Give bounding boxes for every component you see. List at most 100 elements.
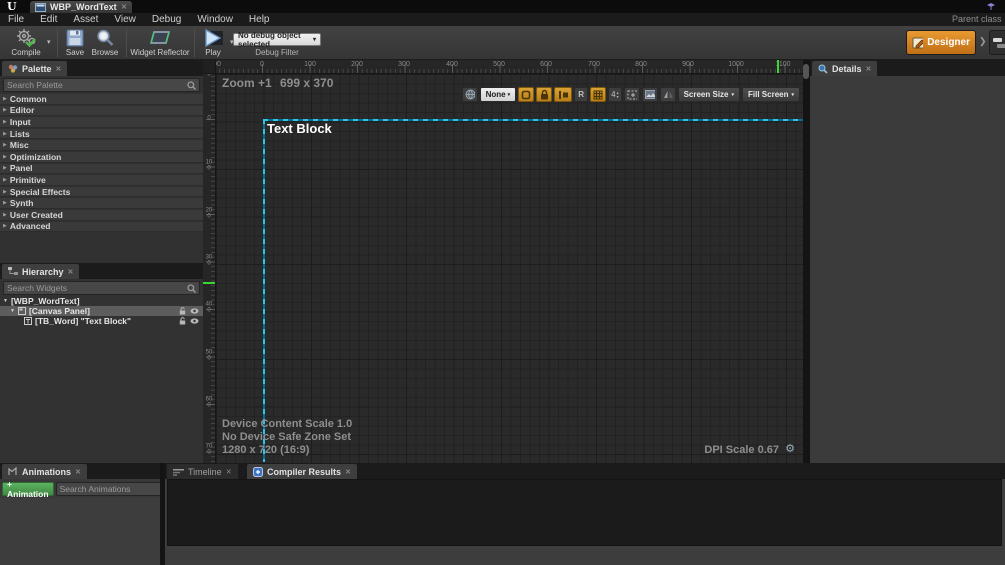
- widget-reflector-button[interactable]: Widget Reflector: [130, 28, 190, 58]
- safe-zone-label: No Device Safe Zone Set: [222, 431, 351, 443]
- grid-snap-toggle-button[interactable]: [590, 87, 607, 102]
- palette-category-user-created[interactable]: ▶ User Created: [0, 210, 203, 221]
- outline-icon: [521, 90, 531, 99]
- align-snap-button[interactable]: [554, 87, 573, 102]
- respect-locks-button[interactable]: [536, 87, 553, 102]
- palette-category-misc[interactable]: ▶ Misc: [0, 140, 203, 151]
- graph-mode-button[interactable]: [989, 30, 1005, 55]
- flip-icon: [663, 91, 673, 98]
- close-icon[interactable]: ✕: [56, 65, 62, 73]
- close-icon[interactable]: ✕: [68, 268, 74, 276]
- palette-category-optimization[interactable]: ▶ Optimization: [0, 152, 203, 163]
- play-button[interactable]: Play: [198, 28, 228, 58]
- designer-canvas[interactable]: 100 0 100 200 300 400 500 600 700 800 90…: [203, 60, 803, 463]
- hierarchy-search-input[interactable]: [7, 283, 187, 293]
- visibility-eye-icon[interactable]: [190, 308, 199, 314]
- menu-asset[interactable]: Asset: [65, 14, 106, 25]
- expander-down-icon[interactable]: ▼: [3, 298, 8, 304]
- lock-open-icon[interactable]: [179, 317, 186, 325]
- hierarchy-row-tb-word[interactable]: [TB_Word] "Text Block": [0, 316, 203, 326]
- canvas-surface[interactable]: Zoom +1 699 x 370 Text Block Device Cont…: [216, 74, 803, 463]
- preview-culture-dropdown[interactable]: None ▾: [479, 87, 517, 102]
- grid-snap-size-spinner[interactable]: 4 ▴ ▾: [608, 87, 622, 102]
- palette-category-special-effects[interactable]: ▶ Special Effects: [0, 187, 203, 198]
- tab-timeline[interactable]: Timeline ✕: [167, 464, 238, 479]
- tab-hierarchy[interactable]: Hierarchy ✕: [2, 264, 80, 279]
- expander-right-icon: ▶: [3, 188, 7, 195]
- close-icon[interactable]: ✕: [226, 468, 232, 476]
- palette-category-common[interactable]: ▶ Common: [0, 94, 203, 105]
- text-block-widget[interactable]: Text Block: [267, 121, 332, 136]
- ruler-label: 500: [493, 61, 505, 68]
- hierarchy-tab-bar: Hierarchy ✕: [0, 263, 203, 279]
- tab-palette[interactable]: Palette ✕: [2, 61, 68, 76]
- close-icon[interactable]: ✕: [866, 65, 872, 73]
- details-tab-bar: Details ✕: [810, 60, 1005, 76]
- expander-right-icon: ▶: [3, 118, 7, 125]
- tab-animations[interactable]: Animations ✕: [2, 464, 87, 479]
- animations-search-input[interactable]: [59, 483, 171, 494]
- palette-search-input[interactable]: [7, 80, 187, 90]
- expander-down-icon[interactable]: ▼: [10, 308, 15, 314]
- class-settings-icon[interactable]: [986, 2, 996, 11]
- close-icon[interactable]: ✕: [121, 3, 127, 11]
- palette-search[interactable]: [3, 78, 200, 92]
- localization-preview-button[interactable]: [461, 87, 478, 102]
- menu-edit[interactable]: Edit: [32, 14, 65, 25]
- transform-preview-button[interactable]: [623, 87, 640, 102]
- close-icon[interactable]: ✕: [75, 468, 81, 476]
- designer-mode-button[interactable]: Designer: [906, 30, 976, 55]
- ruler-label: 600: [205, 396, 213, 409]
- dpi-settings-gear-icon[interactable]: ⚙: [785, 442, 795, 455]
- compile-options-caret-icon[interactable]: ▾: [47, 38, 51, 46]
- palette-category-input[interactable]: ▶ Input: [0, 117, 203, 128]
- browse-button[interactable]: Browse: [88, 28, 122, 58]
- hierarchy-row-root[interactable]: ▼ [WBP_WordText]: [0, 296, 203, 306]
- expander-right-icon: ▶: [3, 130, 7, 137]
- menu-help[interactable]: Help: [241, 14, 278, 25]
- add-animation-button[interactable]: + Animation: [2, 479, 54, 499]
- fill-screen-dropdown[interactable]: Fill Screen ▾: [742, 87, 800, 102]
- panel-collapse-handle[interactable]: [803, 64, 809, 79]
- outline-toggle-button[interactable]: [518, 87, 535, 102]
- palette-category-lists[interactable]: ▶ Lists: [0, 129, 203, 140]
- menu-window[interactable]: Window: [189, 14, 241, 25]
- palette-icon: [8, 64, 18, 73]
- animations-toolbar: + Animation: [0, 479, 184, 499]
- hierarchy-search[interactable]: [3, 281, 200, 295]
- play-icon: [205, 28, 223, 48]
- graph-icon: [993, 37, 1005, 48]
- menu-view[interactable]: View: [106, 14, 144, 25]
- palette-category-editor[interactable]: ▶ Editor: [0, 105, 203, 117]
- search-icon: [187, 80, 196, 90]
- dpi-scale-label: DPI Scale 0.67: [704, 444, 779, 456]
- tab-compiler-results[interactable]: Compiler Results ✕: [247, 464, 357, 479]
- asset-tab[interactable]: WBP_WordText ✕: [30, 1, 132, 13]
- lock-open-icon[interactable]: [179, 307, 186, 315]
- palette-category-synth[interactable]: ▶ Synth: [0, 198, 203, 209]
- ruler-label: 800: [635, 61, 647, 68]
- compiler-results-log[interactable]: [167, 479, 1002, 546]
- mirror-preview-button[interactable]: [659, 87, 676, 102]
- hierarchy-row-canvas-panel[interactable]: ▼ [Canvas Panel]: [0, 306, 203, 316]
- palette-category-panel[interactable]: ▶ Panel: [0, 163, 203, 175]
- tab-details[interactable]: Details ✕: [812, 61, 878, 76]
- spin-down-icon[interactable]: ▾: [617, 94, 619, 99]
- ruler-label: 0: [260, 61, 264, 68]
- menu-file[interactable]: File: [0, 14, 32, 25]
- palette-category-advanced[interactable]: ▶ Advanced: [0, 221, 203, 233]
- rotation-mode-button[interactable]: R: [574, 87, 589, 102]
- save-button[interactable]: Save: [61, 28, 89, 58]
- palette-category-primitive[interactable]: ▶ Primitive: [0, 175, 203, 186]
- screen-size-dropdown[interactable]: Screen Size ▾: [677, 87, 741, 102]
- device-content-scale-label: Device Content Scale 1.0: [222, 418, 353, 430]
- compile-button[interactable]: Compile: [6, 28, 46, 58]
- debug-object-dropdown[interactable]: No debug object selected ▾: [233, 31, 321, 49]
- menu-debug[interactable]: Debug: [144, 14, 189, 25]
- ruler-label: 300: [205, 254, 213, 267]
- close-icon[interactable]: ✕: [345, 468, 351, 476]
- lock-icon: [540, 89, 548, 100]
- visibility-eye-icon[interactable]: [190, 318, 199, 324]
- ruler-cursor-marker: [203, 282, 215, 284]
- background-image-button[interactable]: [641, 87, 658, 102]
